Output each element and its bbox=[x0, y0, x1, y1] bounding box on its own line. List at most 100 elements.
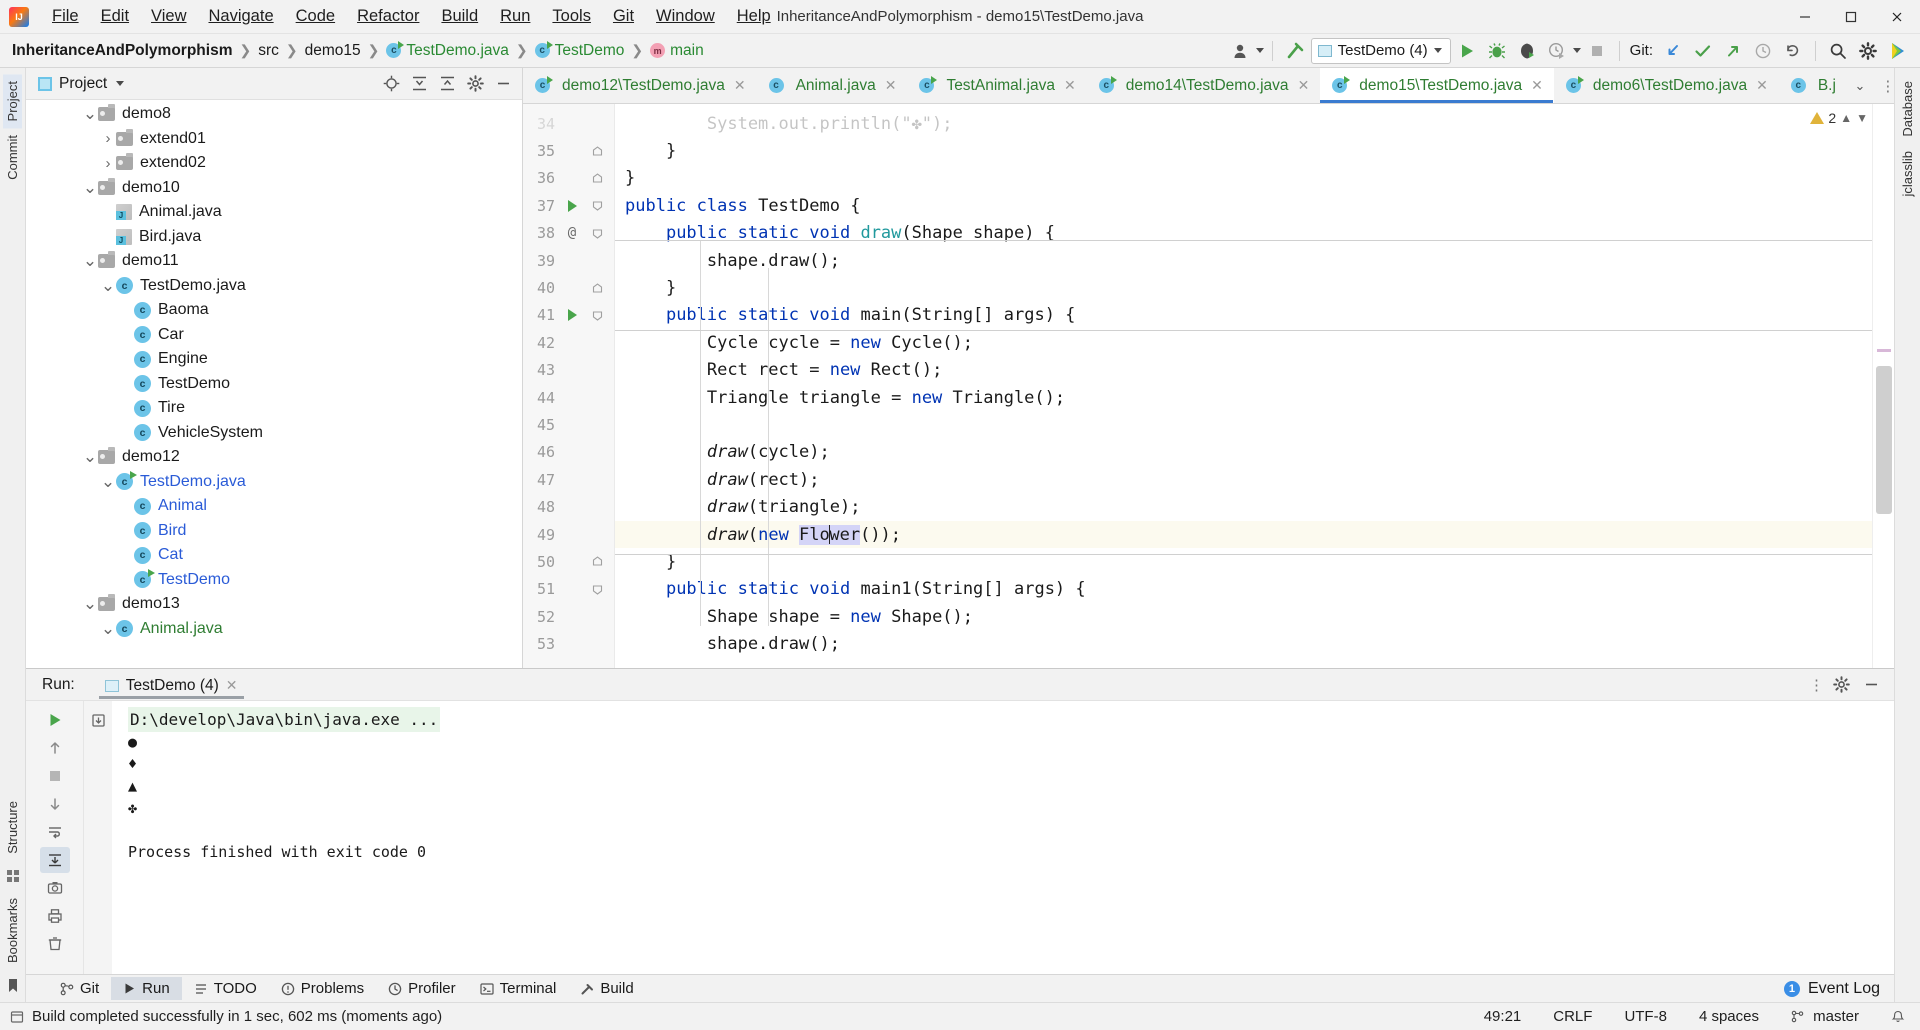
expand-all-icon[interactable] bbox=[406, 72, 432, 96]
code-line[interactable]: Triangle triangle = new Triangle(); bbox=[615, 384, 1872, 411]
breadcrumb-project[interactable]: InheritanceAndPolymorphism bbox=[8, 40, 236, 62]
breadcrumb-src[interactable]: src bbox=[254, 40, 283, 62]
tree-node[interactable]: c Cat bbox=[26, 543, 522, 568]
run-configuration-selector[interactable]: TestDemo (4) bbox=[1310, 37, 1451, 64]
gutter-line[interactable]: 44 bbox=[523, 384, 614, 411]
gutter-line[interactable]: 35 bbox=[523, 137, 614, 164]
gutter-line[interactable]: 40 bbox=[523, 274, 614, 301]
close-icon[interactable]: ✕ bbox=[1756, 77, 1768, 94]
run-line-marker-icon[interactable] bbox=[557, 199, 587, 212]
rerun-icon[interactable] bbox=[40, 707, 70, 733]
code-line[interactable] bbox=[615, 411, 1872, 438]
git-rollback-icon[interactable] bbox=[1779, 38, 1807, 64]
avatar-dropdown-icon[interactable] bbox=[1255, 48, 1264, 53]
tree-node[interactable]: › extend01 bbox=[26, 127, 522, 152]
tree-node[interactable]: c Baoma bbox=[26, 298, 522, 323]
editor-tab[interactable]: c demo12\TestDemo.java ✕ bbox=[523, 68, 757, 103]
fold-end-icon[interactable] bbox=[587, 556, 607, 567]
breadcrumb-demo15[interactable]: demo15 bbox=[301, 40, 365, 62]
gutter-line[interactable]: 34 bbox=[523, 110, 614, 137]
chevron-down-icon[interactable] bbox=[116, 81, 125, 86]
breadcrumb[interactable]: InheritanceAndPolymorphism ❯ src ❯ demo1… bbox=[8, 40, 708, 62]
notifications-icon[interactable] bbox=[1886, 1007, 1910, 1027]
code-line[interactable]: } bbox=[615, 548, 1872, 575]
settings-gear-icon[interactable] bbox=[1854, 38, 1882, 64]
code-line[interactable]: } bbox=[615, 137, 1872, 164]
inspection-status-badge[interactable]: 2 ▲ ▼ bbox=[1810, 110, 1868, 126]
chevron-down-icon[interactable]: ⌄ bbox=[82, 105, 98, 122]
tree-node[interactable]: Bird.java bbox=[26, 225, 522, 250]
profiler-icon[interactable] bbox=[1543, 38, 1571, 64]
close-icon[interactable]: ✕ bbox=[885, 77, 897, 94]
favorites-icon[interactable] bbox=[6, 869, 20, 883]
menu-item-refactor[interactable]: Refactor bbox=[346, 3, 430, 30]
gutter-line[interactable]: 50 bbox=[523, 548, 614, 575]
caret-position[interactable]: 49:21 bbox=[1479, 1005, 1527, 1028]
sidebar-item-structure[interactable]: Structure bbox=[3, 794, 22, 861]
hide-run-panel-icon[interactable] bbox=[1858, 673, 1884, 697]
gutter-line[interactable]: 36 bbox=[523, 165, 614, 192]
breadcrumb-file[interactable]: c TestDemo.java bbox=[382, 40, 513, 62]
editor-tabs[interactable]: c demo12\TestDemo.java ✕ c Animal.java ✕ c Test… bbox=[523, 68, 1894, 104]
print-icon[interactable] bbox=[40, 903, 70, 929]
run-settings-gear-icon[interactable] bbox=[1828, 673, 1854, 697]
tree-node[interactable]: › extend02 bbox=[26, 151, 522, 176]
bottom-tab-terminal[interactable]: Terminal bbox=[468, 977, 569, 1000]
gutter-line[interactable]: 46 bbox=[523, 439, 614, 466]
search-icon[interactable] bbox=[1824, 38, 1852, 64]
bottom-tab-problems[interactable]: Problems bbox=[269, 977, 376, 1000]
tree-node[interactable]: ⌄ c TestDemo.java bbox=[26, 470, 522, 495]
code-line[interactable]: public static void main (String[] args) { bbox=[615, 302, 1872, 329]
bottom-tab-git[interactable]: Git bbox=[48, 977, 111, 1000]
editor-tab[interactable]: c B.j bbox=[1779, 68, 1847, 103]
menu-item-view[interactable]: View bbox=[140, 3, 197, 30]
stop-icon[interactable] bbox=[1583, 38, 1611, 64]
bottom-tab-todo[interactable]: TODO bbox=[182, 977, 269, 1000]
gutter-line[interactable]: 49 bbox=[523, 521, 614, 548]
menu-item-code[interactable]: Code bbox=[285, 3, 346, 30]
chevron-down-icon[interactable]: ⌄ bbox=[82, 252, 98, 269]
file-encoding[interactable]: UTF-8 bbox=[1619, 1005, 1672, 1028]
editor-gutter[interactable]: 34 35 36 37 38 @39 40 41 42 43 44 45 46 47 48 49 50 51 52 5… bbox=[523, 104, 615, 668]
camera-icon[interactable] bbox=[40, 875, 70, 901]
bottom-tab-profiler[interactable]: Profiler bbox=[376, 977, 468, 1000]
user-avatar-icon[interactable] bbox=[1228, 38, 1256, 64]
code-line[interactable]: Rect rect = new Rect(); bbox=[615, 357, 1872, 384]
up-stacktrace-icon[interactable] bbox=[40, 735, 70, 761]
run-coverage-icon[interactable] bbox=[1513, 38, 1541, 64]
git-commit-icon[interactable] bbox=[1689, 38, 1717, 64]
fold-end-icon[interactable] bbox=[587, 173, 607, 184]
chevron-down-icon[interactable]: ⌄ bbox=[100, 620, 116, 637]
debug-icon[interactable] bbox=[1483, 38, 1511, 64]
indent-setting[interactable]: 4 spaces bbox=[1694, 1005, 1764, 1028]
code-line[interactable]: shape.draw(); bbox=[615, 630, 1872, 657]
menu-item-edit[interactable]: Edit bbox=[90, 3, 140, 30]
chevron-down-icon[interactable]: ⌄ bbox=[82, 448, 98, 465]
fold-collapse-icon[interactable] bbox=[587, 200, 607, 212]
fold-end-icon[interactable] bbox=[587, 282, 607, 294]
menu-item-tools[interactable]: Tools bbox=[541, 3, 602, 30]
bottom-tab-build[interactable]: Build bbox=[568, 977, 645, 1000]
breadcrumb-class[interactable]: c TestDemo bbox=[531, 40, 629, 62]
git-branch[interactable]: master bbox=[1786, 1005, 1864, 1028]
code-line[interactable]: public class TestDemo { bbox=[615, 192, 1872, 219]
editor-tab[interactable]: c TestAnimal.java ✕ bbox=[907, 68, 1086, 103]
stop-icon[interactable] bbox=[40, 763, 70, 789]
tree-node[interactable]: c TestDemo bbox=[26, 372, 522, 397]
down-stacktrace-icon[interactable] bbox=[40, 791, 70, 817]
line-separator[interactable]: CRLF bbox=[1548, 1005, 1597, 1028]
code-line[interactable]: public static void draw (Shape shape) { bbox=[615, 220, 1872, 247]
tree-node[interactable]: c VehicleSystem bbox=[26, 421, 522, 446]
scroll-to-end-icon[interactable] bbox=[39, 847, 70, 873]
tree-node[interactable]: ⌄ demo8 bbox=[26, 102, 522, 127]
close-icon[interactable]: ✕ bbox=[1064, 77, 1076, 94]
editor-tab[interactable]: c demo15\TestDemo.java ✕ bbox=[1320, 68, 1554, 103]
build-hammer-icon[interactable] bbox=[1281, 38, 1309, 64]
menu-bar[interactable]: File Edit View Navigate Code Refactor Bu… bbox=[41, 3, 782, 30]
sidebar-item-database[interactable]: Database bbox=[1898, 74, 1917, 144]
tree-node[interactable]: c Engine bbox=[26, 347, 522, 372]
maximize-button[interactable] bbox=[1828, 0, 1874, 34]
sidebar-item-commit[interactable]: Commit bbox=[3, 128, 22, 187]
tree-node[interactable]: ⌄ demo13 bbox=[26, 592, 522, 617]
menu-item-build[interactable]: Build bbox=[430, 3, 489, 30]
